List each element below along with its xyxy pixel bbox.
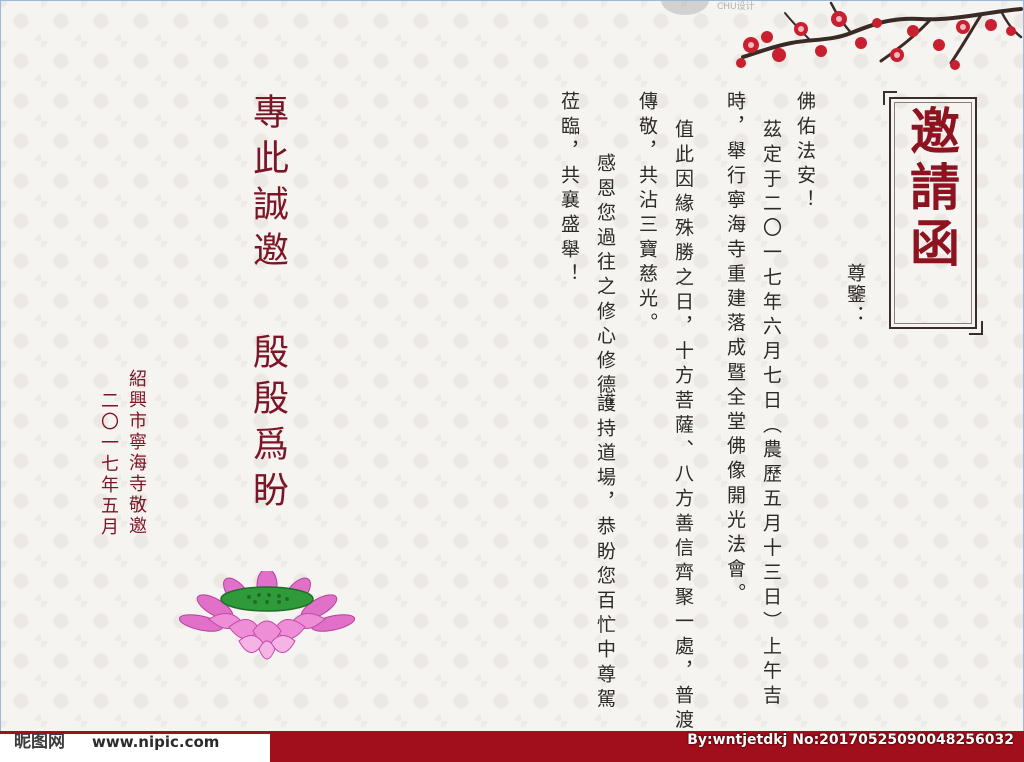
honorific-text: 尊鑒： [844, 263, 866, 326]
body-line-5: 傳敬，共沾三寶慈光。 [636, 91, 658, 337]
sender-date: 二〇一七年五月 [98, 391, 119, 538]
body-line-7: 護持道場，恭盼您百忙中尊駕 [594, 393, 616, 713]
closing-line-2: 殷殷爲盼 [247, 333, 288, 517]
body-line-8: 莅臨，共襄盛舉！ [558, 91, 580, 288]
invitation-title: 邀請函 [902, 105, 961, 273]
watermark-url: www.nipic.com [92, 733, 220, 751]
body-line-1: 佛佑法安！ [794, 91, 816, 214]
body-line-2: 茲定于二〇一七年六月七日（農歷五月十三日）上午吉 [760, 119, 782, 710]
body-line-4: 值此因緣殊勝之日，十方菩薩、八方善信齊聚一處，普渡 [672, 119, 694, 732]
closing-line-1: 專此誠邀 [247, 93, 288, 277]
watermark-id: By:wntjetdkj No:20170525090048256032 [687, 732, 1014, 748]
invitation-card: CHU设计 邀請函 尊鑒： 佛佑法安！ 茲定于二〇一七年六月七日（農歷五月十三日… [0, 0, 1024, 732]
watermark-brand: 昵图网 [14, 732, 65, 752]
plum-blossom-branch-icon [736, 1, 1023, 70]
body-line-6: 感恩您過往之修心修德， [594, 153, 616, 424]
sender-name: 紹興市寧海寺敬邀 [126, 369, 147, 537]
footer-watermark-bar: 昵图网 www.nipic.com By:wntjetdkj No:201705… [0, 731, 1024, 762]
lotus-flower-icon [179, 571, 355, 660]
body-line-3: 時，舉行寧海寺重建落成暨全堂佛像開光法會。 [724, 91, 746, 608]
